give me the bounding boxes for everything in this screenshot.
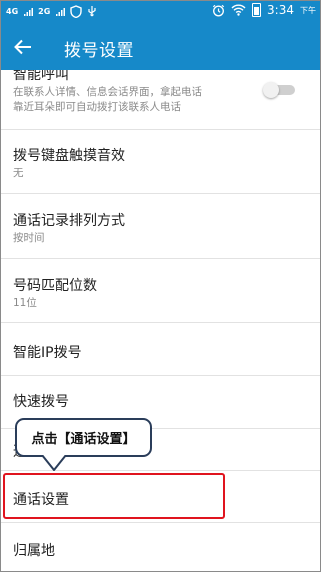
status-left-icons: 4G 2G bbox=[6, 5, 97, 18]
signal-bars-icon bbox=[24, 7, 34, 16]
signal-bars-2-icon bbox=[56, 7, 66, 16]
smart-call-toggle[interactable] bbox=[263, 82, 295, 98]
setting-title: 通话设置 bbox=[13, 492, 69, 508]
callout-bubble: 点击【通话设置】 bbox=[15, 418, 152, 457]
status-ampm: 下午 bbox=[300, 5, 316, 15]
signal-2g-label: 2G bbox=[38, 7, 51, 16]
setting-title: 智能IP拨号 bbox=[13, 345, 82, 361]
arrow-back-icon bbox=[14, 39, 31, 55]
alarm-icon bbox=[212, 4, 225, 16]
back-button[interactable] bbox=[10, 35, 36, 59]
status-bar: 4G 2G 3:34 下午 bbox=[0, 0, 321, 24]
signal-4g-label: 4G bbox=[6, 7, 19, 16]
wifi-icon bbox=[231, 4, 246, 16]
status-right-icons: 3:34 下午 bbox=[212, 3, 316, 17]
setting-title: 快速拨号 bbox=[13, 394, 69, 410]
setting-title: 号码匹配位数 bbox=[13, 278, 97, 294]
toggle-knob bbox=[263, 82, 279, 98]
setting-subtitle: 按时间 bbox=[13, 232, 45, 244]
setting-subtitle: 11位 bbox=[13, 297, 37, 309]
setting-smart-ip[interactable]: 智能IP拨号 bbox=[0, 323, 321, 376]
setting-call-settings[interactable]: 通话设置 bbox=[0, 473, 321, 523]
setting-title: 拨号键盘触摸音效 bbox=[13, 148, 125, 164]
setting-subtitle: 无 bbox=[13, 167, 24, 179]
setting-dialpad-sound[interactable]: 拨号键盘触摸音效 无 bbox=[0, 130, 321, 194]
setting-subtitle: 在联系人详情、信息会话界面，拿起电话 bbox=[13, 86, 202, 98]
battery-icon bbox=[252, 3, 262, 17]
setting-call-log-order[interactable]: 通话记录排列方式 按时间 bbox=[0, 194, 321, 259]
app-bar: 拨号设置 bbox=[0, 24, 321, 70]
status-time: 3:34 bbox=[267, 3, 294, 17]
callout-text: 点击【通话设置】 bbox=[31, 432, 136, 447]
page-title: 拨号设置 bbox=[64, 41, 134, 61]
usb-icon bbox=[88, 6, 96, 17]
setting-title: 归属地 bbox=[13, 543, 55, 559]
shield-icon bbox=[70, 5, 82, 18]
setting-title: 智能呼叫 bbox=[13, 70, 69, 83]
setting-subtitle: 靠近耳朵即可自动拨打该联系人电话 bbox=[13, 101, 181, 113]
setting-number-match[interactable]: 号码匹配位数 11位 bbox=[0, 259, 321, 323]
callout-tail bbox=[41, 455, 67, 471]
setting-title: 通话记录排列方式 bbox=[13, 213, 125, 229]
setting-smart-call[interactable]: 智能呼叫 在联系人详情、信息会话界面，拿起电话 靠近耳朵即可自动拨打该联系人电话 bbox=[0, 70, 321, 130]
settings-list[interactable]: 智能呼叫 在联系人详情、信息会话界面，拿起电话 靠近耳朵即可自动拨打该联系人电话… bbox=[0, 70, 321, 572]
setting-attribution[interactable]: 归属地 bbox=[0, 523, 321, 572]
